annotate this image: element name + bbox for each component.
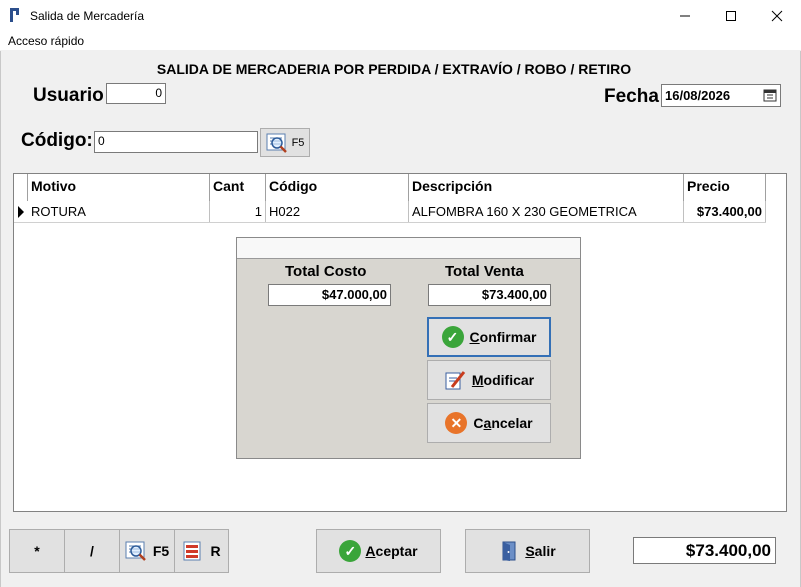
- total-venta-field: $73.400,00: [428, 284, 551, 306]
- slash-button[interactable]: /: [64, 529, 120, 573]
- grid-header-indicator: [14, 174, 28, 201]
- r-button[interactable]: R: [174, 529, 229, 573]
- total-costo-label: Total Costo: [285, 263, 367, 280]
- close-icon: [771, 10, 783, 21]
- col-descripcion[interactable]: Descripción: [409, 174, 684, 201]
- page-heading: SALIDA DE MERCADERIA POR PERDIDA / EXTRA…: [156, 61, 632, 77]
- f5-button-label: F5: [152, 543, 170, 559]
- menu-bar: Acceso rápido: [0, 31, 801, 51]
- cancel-icon: ✕: [445, 412, 468, 434]
- modificar-button[interactable]: Modificar: [427, 360, 551, 400]
- total-venta-label: Total Venta: [445, 263, 524, 280]
- window-title: Salida de Mercadería: [30, 9, 145, 23]
- fecha-label: Fecha: [604, 86, 659, 107]
- col-cant[interactable]: Cant: [210, 174, 266, 201]
- salir-button[interactable]: Salir: [465, 529, 590, 573]
- app-icon: [10, 8, 19, 22]
- cell-precio[interactable]: $73.400,00: [684, 201, 766, 222]
- table-row[interactable]: ROTURA 1 H022 ALFOMBRA 160 X 230 GEOMETR…: [14, 201, 766, 223]
- codigo-search-button[interactable]: F5: [260, 128, 310, 157]
- total-field: $73.400,00: [633, 537, 776, 564]
- minimize-icon: [680, 15, 690, 16]
- maximize-button[interactable]: [708, 0, 754, 31]
- menu-acceso-rapido[interactable]: Acceso rápido: [8, 34, 84, 48]
- confirmar-button[interactable]: ✓ Confirmar: [427, 317, 551, 357]
- salir-label: Salir: [525, 543, 556, 559]
- col-precio[interactable]: Precio: [684, 174, 766, 201]
- list-remove-icon: [183, 541, 201, 561]
- exit-door-icon: [502, 541, 516, 561]
- close-button[interactable]: [754, 0, 800, 31]
- dialog-title-bar: [237, 238, 580, 259]
- confirmar-label: Confirmar: [469, 329, 537, 345]
- title-bar: Salida de Mercadería: [0, 0, 801, 31]
- edit-icon: [445, 371, 466, 390]
- r-button-label: R: [210, 543, 221, 559]
- codigo-label: Código:: [21, 130, 93, 151]
- cell-cant[interactable]: 1: [210, 201, 266, 222]
- search-list-icon: [125, 541, 146, 561]
- total-costo-field: $47.000,00: [268, 284, 391, 306]
- minimize-button[interactable]: [662, 0, 708, 31]
- confirm-dialog: Total Costo $47.000,00 Total Venta $73.4…: [236, 237, 581, 459]
- check-icon: ✓: [339, 540, 362, 562]
- aceptar-label: Aceptar: [365, 543, 418, 559]
- usuario-field[interactable]: 0: [106, 83, 166, 104]
- fecha-field[interactable]: 16/08/2026: [661, 84, 781, 107]
- cell-descripcion[interactable]: ALFOMBRA 160 X 230 GEOMETRICA: [409, 201, 684, 222]
- cell-codigo[interactable]: H022: [266, 201, 409, 222]
- codigo-field[interactable]: 0: [94, 131, 258, 153]
- fecha-value: 16/08/2026: [665, 88, 731, 103]
- search-list-icon: [266, 133, 287, 153]
- cancelar-label: Cancelar: [473, 415, 533, 431]
- star-button[interactable]: *: [9, 529, 65, 573]
- check-icon: ✓: [441, 326, 464, 348]
- calendar-icon[interactable]: [763, 88, 777, 102]
- cell-motivo[interactable]: ROTURA: [28, 201, 210, 222]
- modificar-label: Modificar: [471, 372, 535, 388]
- aceptar-button[interactable]: ✓ Aceptar: [316, 529, 441, 573]
- maximize-icon: [726, 10, 736, 21]
- f5-button[interactable]: F5: [119, 529, 175, 573]
- col-codigo[interactable]: Código: [266, 174, 409, 201]
- codigo-button-label: F5: [291, 136, 305, 149]
- usuario-label: Usuario: [33, 85, 104, 106]
- cancelar-button[interactable]: ✕ Cancelar: [427, 403, 551, 443]
- grid-header: Motivo Cant Código Descripción Precio: [14, 174, 766, 201]
- col-motivo[interactable]: Motivo: [28, 174, 210, 201]
